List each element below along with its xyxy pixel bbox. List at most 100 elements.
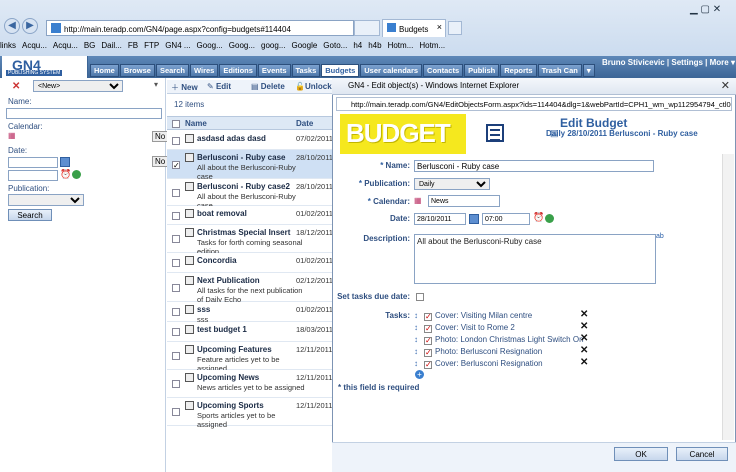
row-checkbox[interactable] — [172, 284, 180, 292]
table-row[interactable]: boat removal 01/02/2011 — [167, 206, 333, 225]
publication-filter-select[interactable] — [8, 194, 84, 206]
col-name-header[interactable]: Name — [185, 119, 207, 128]
task-item[interactable]: ↕ ✓ Photo: Berlusconi Resignation — [414, 347, 542, 358]
no-toggle-1[interactable]: No — [152, 131, 169, 142]
user-name[interactable]: Bruno Stivicevic — [602, 58, 665, 67]
new-tab-button[interactable] — [448, 21, 462, 35]
tab-budgets[interactable]: Budgets × — [382, 19, 446, 37]
time-field[interactable] — [482, 213, 530, 225]
favorite-item[interactable]: Goto... — [323, 38, 347, 50]
menu-item[interactable]: Editions — [219, 64, 257, 77]
remove-task-icon[interactable]: ✕ — [580, 309, 588, 320]
reorder-icon[interactable]: ↕ — [414, 323, 424, 332]
table-row[interactable]: sss sss 01/02/2011 — [167, 302, 333, 324]
clear-icon[interactable]: ✕ — [12, 81, 20, 92]
no-toggle-2[interactable]: No — [152, 156, 169, 167]
menu-item[interactable]: Contacts — [423, 64, 464, 77]
row-checkbox[interactable] — [172, 189, 180, 197]
table-row[interactable]: Concordia 01/02/2011 — [167, 253, 333, 273]
favorite-item[interactable]: FTP — [144, 38, 159, 50]
reorder-icon[interactable]: ↕ — [414, 359, 424, 368]
due-date-checkbox[interactable] — [416, 293, 424, 301]
description-field[interactable]: All about the Berlusconi-Ruby case — [414, 234, 656, 284]
dialog-scrollbar[interactable] — [722, 154, 734, 440]
menu-item[interactable]: Home — [90, 64, 119, 77]
table-row[interactable]: Christmas Special Insert Tasks for forth … — [167, 225, 333, 256]
task-item[interactable]: ↕ ✓ Cover: Visiting Milan centre — [414, 311, 532, 322]
reorder-icon[interactable]: ↕ — [414, 311, 424, 320]
favorite-item[interactable]: Hotm... — [388, 38, 414, 50]
menu-item[interactable]: Wires — [189, 64, 219, 77]
calendar-field-icon[interactable]: ▦ — [414, 196, 422, 205]
window-controls[interactable]: ▁ ▢ ✕ — [690, 4, 721, 15]
task-checkbox[interactable]: ✓ — [424, 313, 432, 321]
row-checkbox[interactable] — [172, 380, 180, 388]
address-bar[interactable]: http://main.teradp.com/GN4/page.aspx?con… — [46, 20, 354, 36]
table-row[interactable]: Upcoming Features Feature articles yet to… — [167, 342, 333, 373]
menu-item[interactable]: Publish — [464, 64, 500, 77]
spellcheck-icon[interactable]: ab — [656, 233, 664, 240]
date-field[interactable] — [414, 213, 466, 225]
favorite-item[interactable]: Google — [292, 38, 318, 50]
clock-icon[interactable]: ⏰ — [60, 169, 71, 180]
favorite-item[interactable]: BG — [84, 38, 96, 50]
menu-item[interactable]: Budgets — [321, 64, 360, 77]
name-field[interactable] — [414, 160, 654, 172]
favorite-item[interactable]: h4 — [353, 38, 362, 50]
table-row[interactable]: ✓ Berlusconi - Ruby case All about the Ber… — [167, 150, 333, 181]
remove-task-icon[interactable]: ✕ — [580, 357, 588, 368]
calendar-picker-icon[interactable]: ▦ — [8, 131, 16, 140]
calendar-field[interactable] — [428, 195, 500, 207]
row-checkbox[interactable] — [172, 137, 180, 145]
favorite-item[interactable]: Hotm... — [419, 38, 445, 50]
search-button[interactable]: Search — [8, 209, 52, 221]
task-item[interactable]: ↕ ✓ Photo: London Christmas Light Switch O… — [414, 335, 584, 346]
edit-button[interactable]: ✎ Edit — [207, 82, 231, 91]
menu-item[interactable]: Reports — [500, 64, 537, 77]
table-row[interactable]: Berlusconi - Ruby case2 All about the Ber… — [167, 179, 333, 210]
ok-button[interactable]: OK — [614, 447, 668, 461]
table-row[interactable]: test budget 1 18/03/2011 — [167, 322, 333, 342]
task-checkbox[interactable]: ✓ — [424, 325, 432, 333]
row-checkbox[interactable] — [172, 352, 180, 360]
task-item[interactable]: ↕ ✓ Cover: Visit to Rome 2 — [414, 323, 515, 334]
menu-item[interactable]: Browse — [119, 64, 155, 77]
task-checkbox[interactable]: ✓ — [424, 349, 432, 357]
menu-item[interactable]: Events — [257, 64, 291, 77]
favorite-item[interactable]: Goog... — [197, 38, 223, 50]
time-refresh-icon[interactable] — [545, 214, 554, 223]
close-tab-icon[interactable]: × — [437, 22, 442, 32]
refresh-icon[interactable] — [72, 170, 81, 179]
favorite-item[interactable]: goog... — [261, 38, 285, 50]
new-button[interactable]: ＋ New — [171, 82, 198, 93]
menu-item[interactable]: ▾ — [582, 64, 595, 77]
remove-task-icon[interactable]: ✕ — [580, 321, 588, 332]
date-from-input[interactable] — [8, 157, 58, 168]
row-checkbox[interactable] — [172, 212, 180, 220]
forward-icon[interactable]: ▶ — [22, 18, 38, 34]
favorite-item[interactable]: FB — [128, 38, 138, 50]
favorite-item[interactable]: h4b — [368, 38, 381, 50]
menu-item[interactable]: User calendars — [360, 64, 423, 77]
favorite-item[interactable]: GN4 ... — [165, 38, 190, 50]
calendar-icon[interactable] — [60, 157, 70, 167]
date-to-input[interactable] — [8, 170, 58, 181]
menu-item[interactable]: Trash Can — [537, 64, 582, 77]
tab-blank[interactable] — [354, 20, 380, 36]
row-checkbox[interactable] — [172, 235, 180, 243]
favorite-item[interactable]: Dail... — [101, 38, 121, 50]
remove-task-icon[interactable]: ✕ — [580, 345, 588, 356]
task-checkbox[interactable]: ✓ — [424, 337, 432, 345]
settings-link[interactable]: Settings — [671, 58, 703, 67]
menu-item[interactable]: Search — [155, 64, 189, 77]
time-clock-icon[interactable]: ⏰ — [533, 212, 544, 223]
select-all-checkbox[interactable] — [172, 120, 180, 128]
task-checkbox[interactable]: ✓ — [424, 361, 432, 369]
dialog-close-icon[interactable]: ✕ — [721, 79, 730, 92]
favorite-item[interactable]: Acqu... — [53, 38, 78, 50]
table-row[interactable]: Next Publication All tasks for the next p… — [167, 273, 333, 304]
filter-select[interactable]: <New> — [33, 80, 123, 92]
table-row[interactable]: asdasd adas dasd 07/02/2011 — [167, 131, 333, 150]
row-checkbox[interactable] — [172, 308, 180, 316]
row-checkbox[interactable]: ✓ — [172, 161, 180, 170]
